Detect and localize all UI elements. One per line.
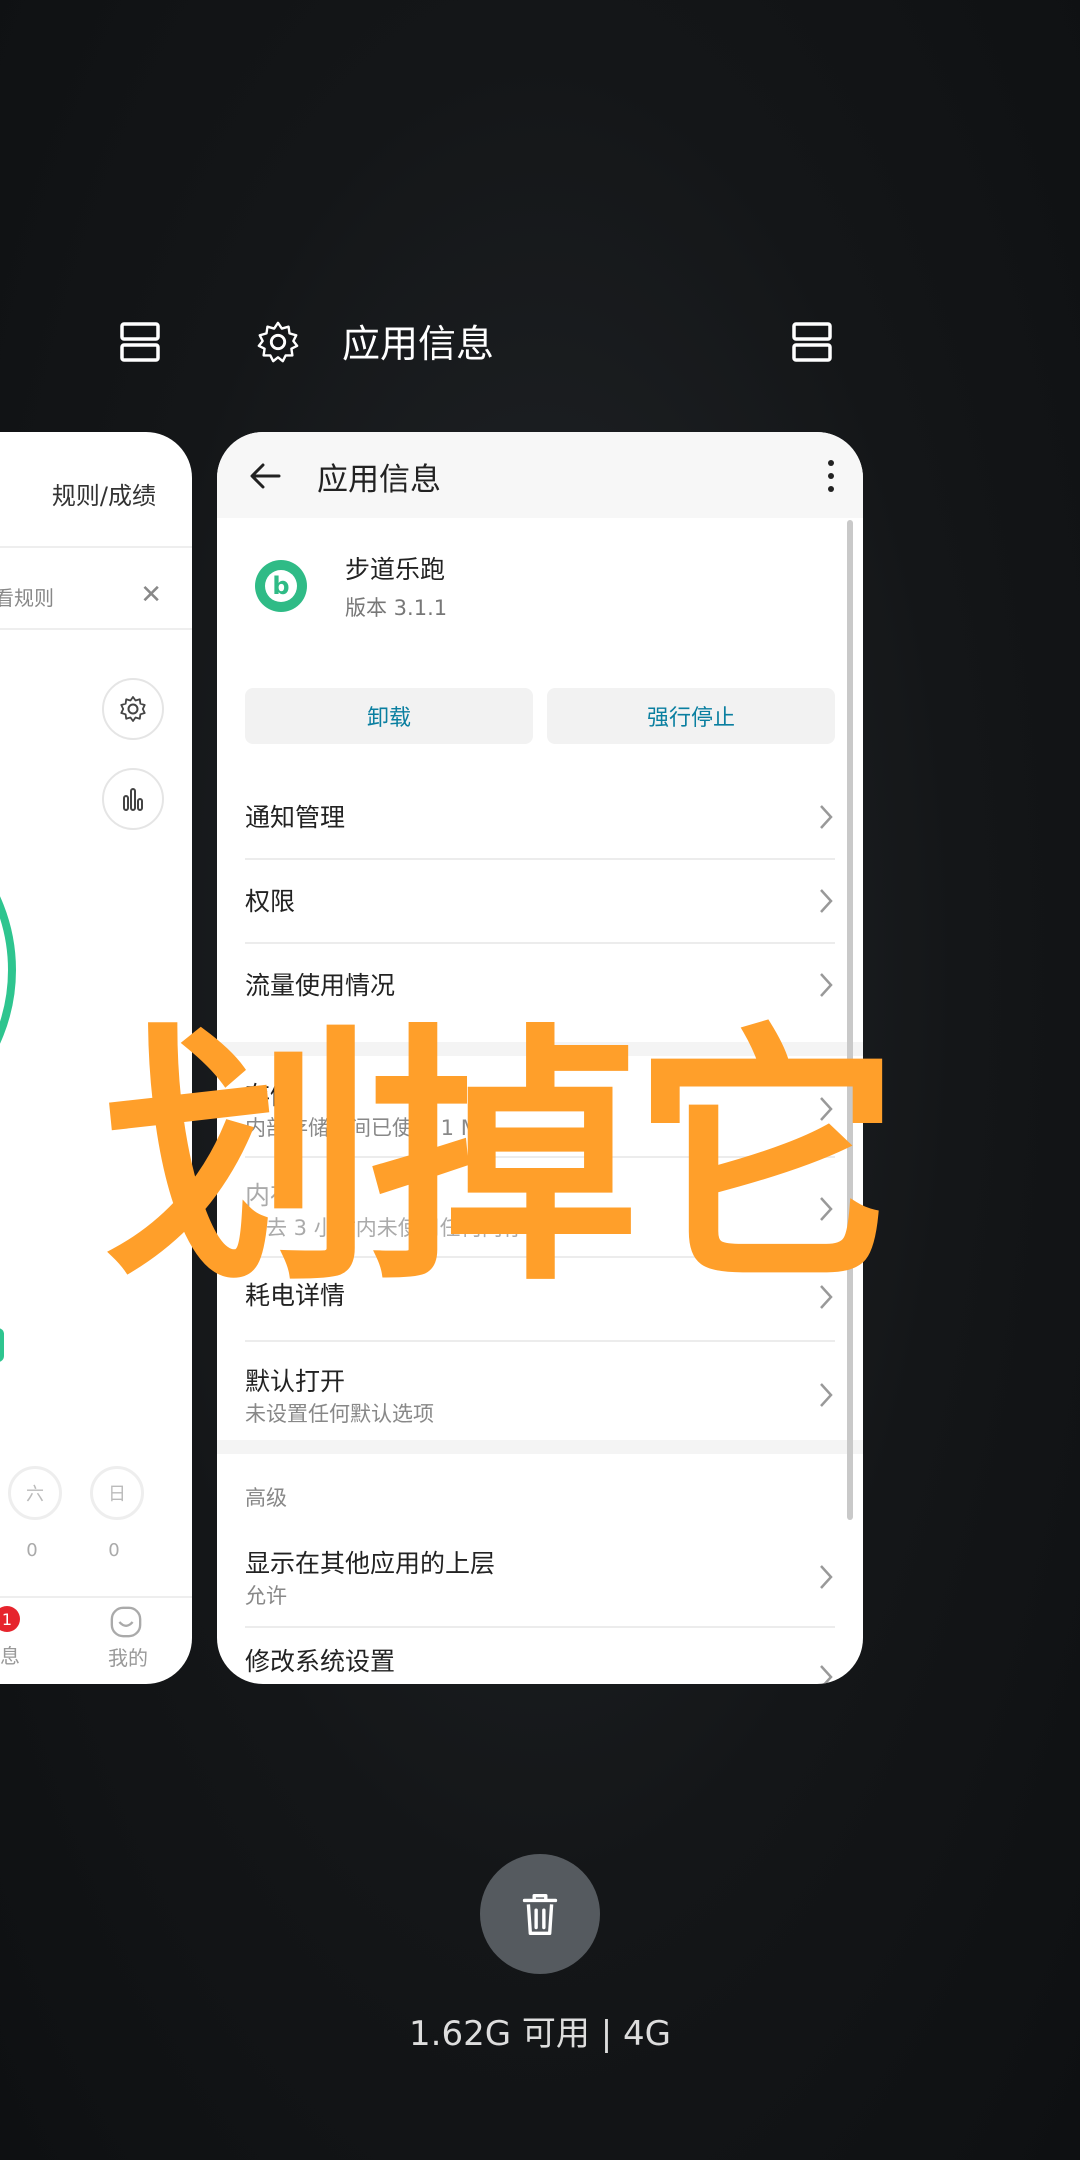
weekday-sat: 六 [8, 1466, 62, 1520]
chevron-right-icon [820, 1665, 833, 1684]
tab-messages[interactable]: 息 [0, 1640, 20, 1669]
smile-icon [108, 1604, 144, 1640]
app-name: 步道乐跑 [345, 555, 446, 584]
row-subtitle: 允许 [245, 1584, 287, 1608]
split-screen-icon-right[interactable] [790, 320, 834, 364]
chevron-right-icon [820, 1565, 833, 1589]
force-stop-button[interactable]: 强行停止 [547, 688, 835, 744]
memory-status: 1.62G 可用 | 4G [409, 2014, 671, 2054]
section-advanced-label: 高级 [245, 1486, 287, 1510]
chevron-right-icon [820, 889, 833, 913]
row-title: 修改系统设置 [245, 1647, 396, 1676]
rules-scores-link[interactable]: 规则/成绩 [52, 476, 156, 511]
chevron-right-icon [820, 805, 833, 829]
uninstall-button[interactable]: 卸载 [245, 688, 533, 744]
divider [0, 628, 192, 630]
day-value: 0 [26, 1540, 38, 1561]
back-arrow-icon[interactable] [245, 456, 285, 496]
row-subtitle: 未设置任何默认选项 [245, 1402, 434, 1426]
trash-icon [522, 1893, 558, 1936]
message-badge: 1 [0, 1606, 20, 1632]
row-title: 默认打开 [245, 1367, 346, 1396]
app-info-title: 应用信息 [317, 462, 441, 498]
row-permissions[interactable]: 权限 [245, 860, 835, 944]
row-title: 权限 [245, 887, 296, 916]
app-icon-letter: b [265, 570, 297, 602]
app-version: 版本 3.1.1 [345, 596, 448, 620]
progress-ring-fragment [0, 1328, 4, 1362]
swipe-away-overlay-text: 划掉它 [104, 1002, 902, 1317]
app-info-toolbar: 应用信息 [217, 432, 863, 518]
row-display-over-other-apps[interactable]: 显示在其他应用的上层 允许 [245, 1522, 835, 1628]
row-modify-system-settings[interactable]: 修改系统设置 [245, 1628, 835, 1684]
settings-gear-icon[interactable] [102, 678, 164, 740]
row-title: 通知管理 [245, 803, 346, 832]
split-screen-icon-left[interactable] [118, 320, 162, 364]
app-settings-gear-icon[interactable] [254, 318, 302, 366]
app-icon: b [255, 560, 307, 612]
more-options-icon[interactable] [825, 456, 837, 496]
row-open-by-default[interactable]: 默认打开 未设置任何默认选项 [245, 1342, 835, 1442]
divider [0, 1596, 192, 1598]
chevron-right-icon [820, 1383, 833, 1407]
progress-ring [0, 792, 16, 1148]
divider [0, 546, 192, 548]
tab-mine[interactable]: 我的 [108, 1642, 148, 1671]
row-title: 流量使用情况 [245, 971, 396, 1000]
day-value: 0 [108, 1540, 120, 1561]
row-notification-management[interactable]: 通知管理 [245, 778, 835, 860]
recents-app-title: 应用信息 [342, 322, 495, 366]
rule-text: 看规则 [0, 586, 54, 610]
row-title: 显示在其他应用的上层 [245, 1549, 496, 1578]
split-screen-icon [120, 322, 160, 362]
chevron-right-icon [820, 973, 833, 997]
bar-chart-icon[interactable] [102, 768, 164, 830]
weekday-sun: 日 [90, 1466, 144, 1520]
section-separator [217, 1440, 863, 1454]
clear-all-trash-button[interactable] [480, 1854, 600, 1974]
close-icon[interactable]: ✕ [140, 580, 162, 610]
